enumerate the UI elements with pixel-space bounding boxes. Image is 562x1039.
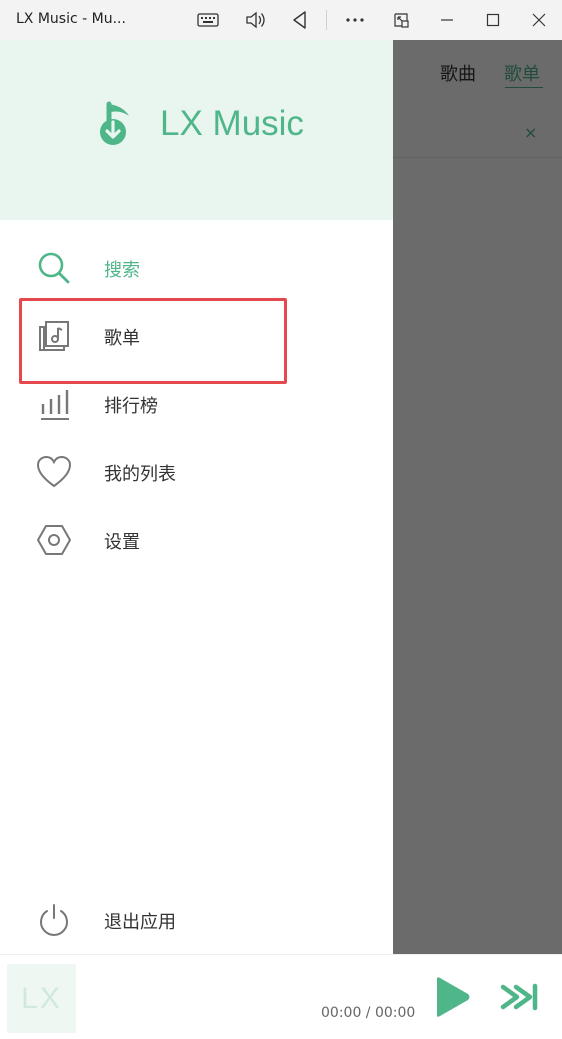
nav-label-exit: 退出应用 <box>104 912 176 933</box>
nav-item-charts[interactable]: 排行榜 <box>20 372 290 440</box>
nav-item-settings[interactable]: 设置 <box>20 508 290 576</box>
drawer-header: LX Music <box>0 40 393 220</box>
minimize-icon[interactable] <box>432 5 462 35</box>
titlebar-divider <box>326 10 327 30</box>
album-cover[interactable]: LX <box>7 964 76 1033</box>
cover-placeholder-text: LX <box>21 981 62 1015</box>
volume-icon[interactable] <box>240 5 270 35</box>
drawer-scrim-overlay[interactable] <box>393 40 562 954</box>
window-title: LX Music - Mu... <box>16 11 126 27</box>
maximize-icon[interactable] <box>478 5 508 35</box>
nav-label-settings: 设置 <box>104 532 140 553</box>
nav-label-charts: 排行榜 <box>104 396 158 417</box>
compact-overlay-icon[interactable] <box>386 5 416 35</box>
nav-item-search[interactable]: 搜索 <box>20 236 290 304</box>
brand-name: LX Music <box>160 104 304 143</box>
nav-item-exit[interactable]: 退出应用 <box>20 888 290 956</box>
play-button[interactable] <box>432 975 472 1019</box>
search-icon <box>36 250 72 286</box>
power-icon <box>36 902 72 938</box>
title-bar: LX Music - Mu... <box>0 0 562 40</box>
back-icon[interactable] <box>285 5 315 35</box>
player-bar: LX 00:00 / 00:00 <box>0 954 562 1039</box>
play-icon <box>437 977 470 1017</box>
skip-next-icon <box>500 983 538 1011</box>
hexagon-settings-icon <box>36 522 72 558</box>
lx-music-logo-icon <box>95 100 137 146</box>
nav-label-my-lists: 我的列表 <box>104 464 176 485</box>
heart-icon <box>36 454 72 490</box>
close-icon[interactable] <box>524 5 554 35</box>
keyboard-icon[interactable] <box>193 5 223 35</box>
more-icon[interactable] <box>340 5 370 35</box>
nav-label-search: 搜索 <box>104 260 140 281</box>
next-track-button[interactable] <box>500 981 540 1013</box>
nav-item-my-lists[interactable]: 我的列表 <box>20 440 290 508</box>
chart-bars-icon <box>36 386 72 422</box>
playback-time: 00:00 / 00:00 <box>321 1005 416 1021</box>
